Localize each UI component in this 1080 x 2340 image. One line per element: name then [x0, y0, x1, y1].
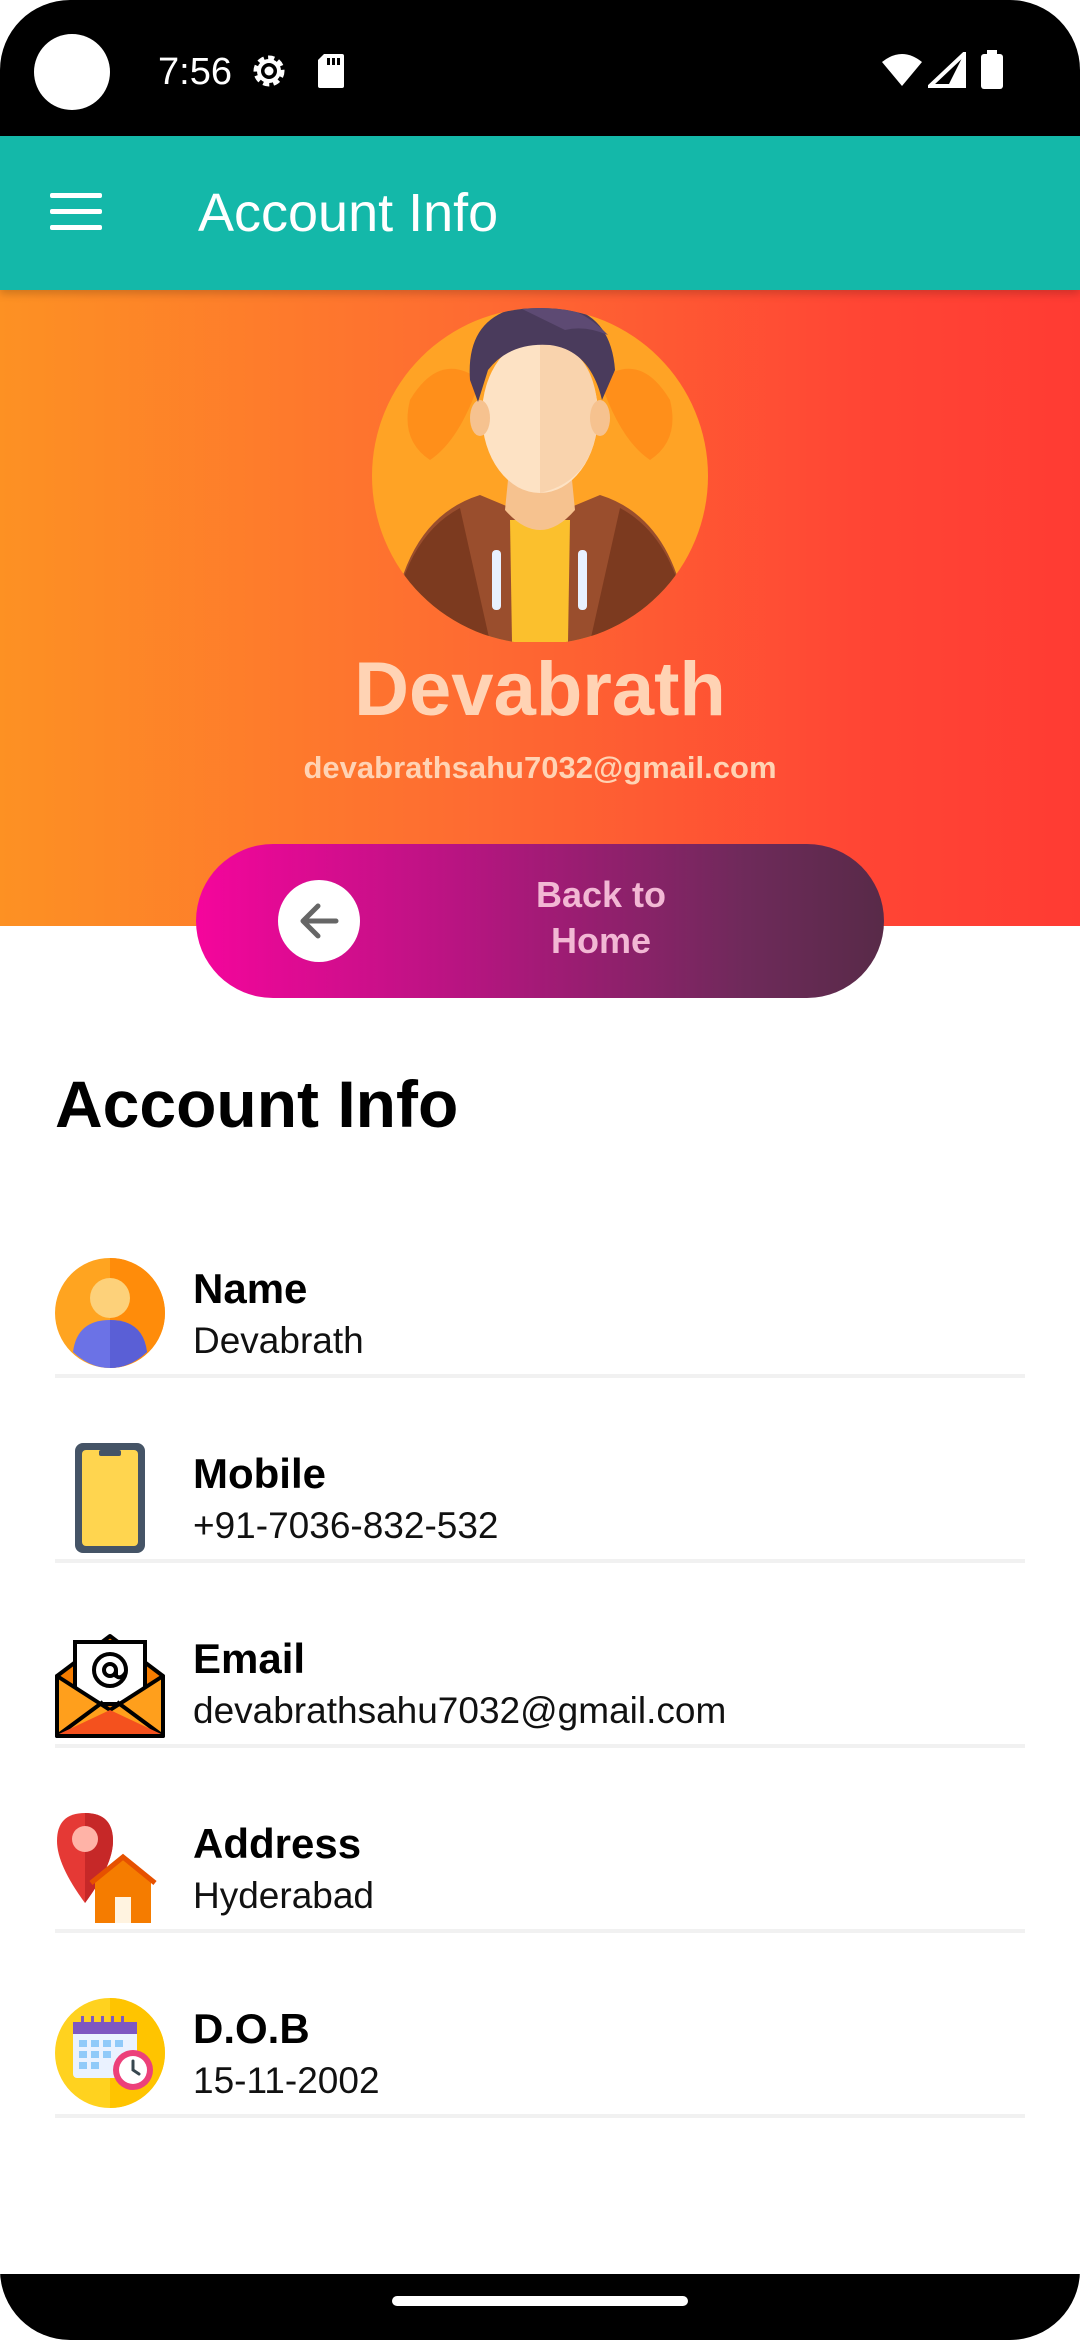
app-bar-title: Account Info [198, 183, 499, 243]
signal-icon [928, 52, 966, 88]
envelope-icon [55, 1634, 165, 1738]
info-label-address: Address [193, 1820, 362, 1867]
info-value-mobile: +91-7036-832-532 [193, 1505, 499, 1546]
info-row-address: Address Hyderabad [55, 1803, 1025, 1933]
battery-icon [981, 50, 1003, 89]
info-value-dob: 15-11-2002 [193, 2060, 380, 2101]
row-divider [55, 1929, 1025, 1933]
profile-header: Devabrath devabrathsahu7032@gmail.com [0, 290, 1080, 926]
section-title: Account Info [55, 1067, 459, 1141]
profile-email: devabrathsahu7032@gmail.com [303, 750, 777, 785]
info-label-mobile: Mobile [193, 1450, 326, 1497]
location-home-icon [57, 1813, 157, 1923]
row-divider [55, 1744, 1025, 1748]
row-divider [55, 1374, 1025, 1378]
back-label-line2: Home [550, 920, 652, 961]
male-avatar-icon [372, 308, 708, 642]
sd-card-icon [318, 54, 344, 88]
back-to-home-label: Back to Home [496, 872, 706, 964]
camera-cutout [34, 34, 110, 110]
mobile-phone-icon [75, 1443, 145, 1553]
info-row-mobile: Mobile +91-7036-832-532 [55, 1433, 1025, 1563]
info-label-email: Email [193, 1635, 306, 1682]
back-icon-circle [278, 880, 360, 962]
settings-icon [253, 55, 285, 87]
arrow-left-icon [300, 903, 339, 939]
app-bar: Account Info [0, 136, 1080, 290]
back-to-home-button[interactable]: Back to Home [196, 844, 884, 998]
back-label-line1: Back to [535, 874, 667, 915]
status-time: 7:56 [158, 51, 232, 93]
info-label-dob: D.O.B [193, 2005, 310, 2052]
info-value-email: devabrathsahu7032@gmail.com [193, 1690, 727, 1731]
hamburger-menu-icon[interactable] [40, 181, 114, 245]
app-screen: 7:56 Account Info Devabrath devabrathsah… [0, 0, 1080, 2340]
system-nav-bar [0, 2274, 1080, 2340]
user-icon [55, 1258, 165, 1368]
profile-name: Devabrath [354, 647, 726, 732]
info-value-name: Devabrath [193, 1320, 364, 1361]
wifi-icon [882, 54, 922, 86]
calendar-icon [55, 1998, 165, 2108]
status-bar: 7:56 [0, 0, 1080, 136]
row-divider [55, 1559, 1025, 1563]
row-divider [55, 2114, 1025, 2118]
info-row-dob: D.O.B 15-11-2002 [55, 1988, 1025, 2118]
home-gesture-handle[interactable] [392, 2296, 688, 2306]
info-row-name: Name Devabrath [55, 1248, 1025, 1378]
info-row-email: Email devabrathsahu7032@gmail.com [55, 1618, 1025, 1748]
info-label-name: Name [193, 1265, 308, 1312]
info-value-address: Hyderabad [193, 1875, 375, 1916]
